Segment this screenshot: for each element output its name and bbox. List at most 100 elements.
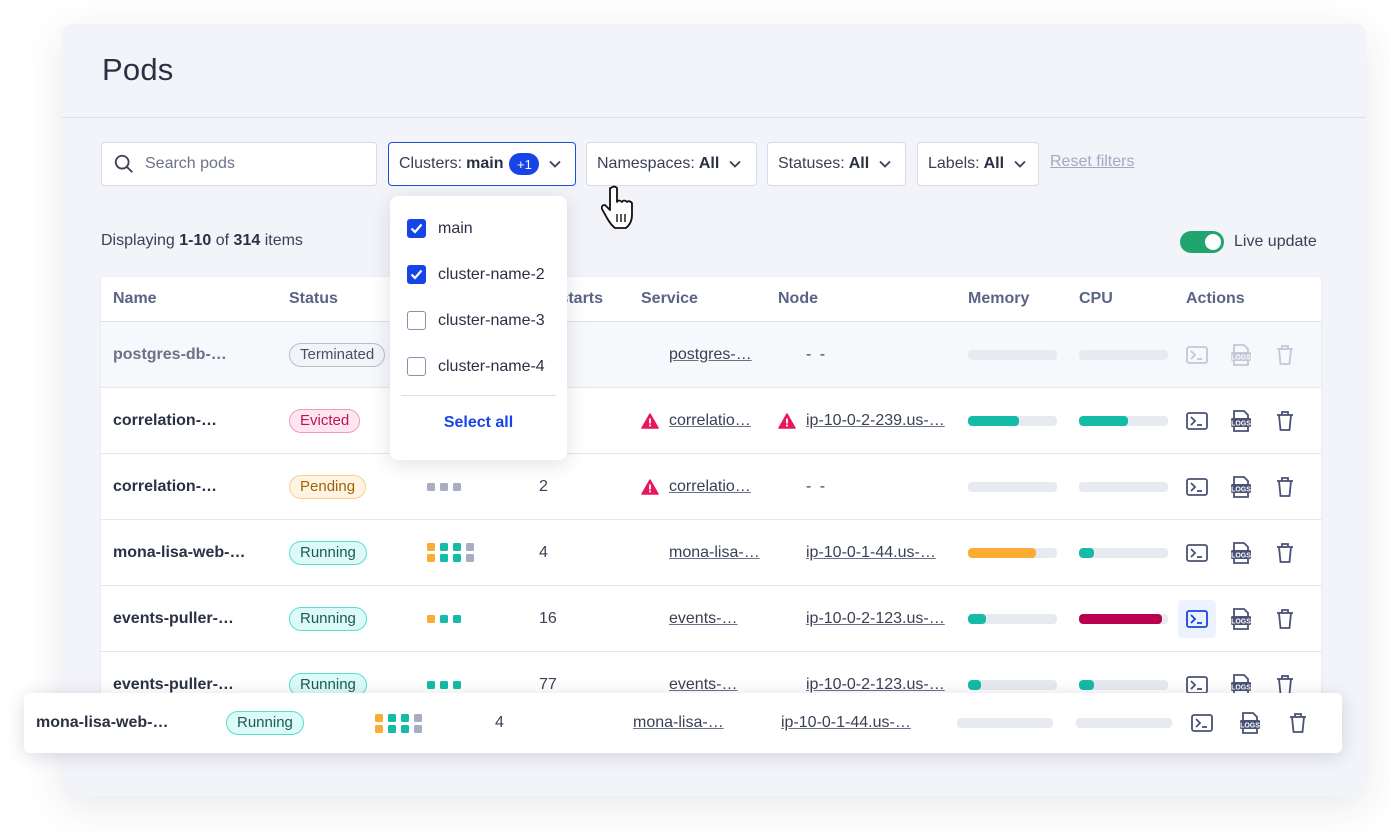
dragged-table-row[interactable]: mona-lisa-web-… Running 4 mona-lisa-… ip-10-… [24, 693, 1342, 753]
service-link[interactable]: events-… [669, 676, 737, 694]
pod-name[interactable]: mona-lisa-web-… [101, 544, 277, 562]
pod-name[interactable]: mona-lisa-web-… [24, 714, 214, 732]
delete-pod-button[interactable] [1274, 410, 1296, 432]
node-link[interactable]: ip-10-0-2-239.us-… [806, 412, 945, 430]
container-dot-grey[interactable] [440, 482, 448, 491]
container-dot-teal[interactable] [453, 614, 461, 623]
container-dot-grey[interactable] [414, 724, 422, 733]
cluster-option[interactable]: cluster-name-2 [407, 265, 545, 284]
view-logs-button[interactable]: LOGS [1230, 607, 1252, 630]
delete-pod-button[interactable] [1274, 608, 1296, 630]
container-dot-teal[interactable] [440, 614, 448, 623]
live-update-toggle[interactable] [1180, 231, 1224, 253]
pod-name[interactable]: events-puller-… [101, 610, 277, 628]
open-shell-button[interactable] [1191, 712, 1213, 734]
trash-icon [1277, 410, 1293, 431]
status-cell: Running [214, 711, 363, 735]
clusters-filter[interactable]: Clusters: main +1 [388, 142, 576, 186]
container-dot-teal[interactable] [440, 680, 448, 689]
statuses-filter[interactable]: Statuses: All [767, 142, 906, 186]
table-row[interactable]: events-puller-… Running 16 events-… ip-10-0-… [101, 586, 1321, 652]
node-link[interactable]: ip-10-0-2-123.us-… [806, 676, 945, 694]
delete-pod-button[interactable] [1274, 476, 1296, 498]
checkbox-checked[interactable] [407, 219, 426, 238]
actions-cell: LOGS [1178, 409, 1318, 432]
cluster-option[interactable]: cluster-name-4 [407, 357, 545, 376]
checkbox[interactable] [407, 357, 426, 376]
table-row[interactable]: postgres-db-… Terminated postgres-… - - LOGS [101, 322, 1321, 388]
node-link[interactable]: ip-10-0-2-123.us-… [806, 610, 945, 628]
table-row[interactable]: correlation-… Evicted correlatio… ip-10-0-2… [101, 388, 1321, 454]
column-header-node[interactable]: Node [766, 290, 956, 308]
container-dot-teal[interactable] [388, 713, 396, 722]
open-shell-button[interactable] [1186, 410, 1208, 432]
open-shell-button[interactable] [1178, 599, 1216, 638]
select-all-button[interactable]: Select all [390, 414, 567, 432]
search-input[interactable] [145, 155, 365, 173]
service-link[interactable]: events-… [669, 610, 737, 628]
search-box[interactable] [101, 142, 377, 186]
labels-filter[interactable]: Labels: All [917, 142, 1039, 186]
container-dot-orange[interactable] [427, 614, 435, 623]
view-logs-button[interactable]: LOGS [1230, 343, 1252, 366]
open-shell-button[interactable] [1186, 344, 1208, 366]
pod-name[interactable]: correlation-… [101, 412, 277, 430]
trash-icon [1277, 476, 1293, 497]
container-dot-orange[interactable] [375, 724, 383, 733]
search-icon [114, 154, 133, 173]
container-dot-teal[interactable] [388, 724, 396, 733]
namespaces-filter[interactable]: Namespaces: All [586, 142, 757, 186]
view-logs-button[interactable]: LOGS [1239, 712, 1261, 734]
service-cell: events-… [629, 610, 766, 628]
node-link[interactable]: ip-10-0-1-44.us-… [781, 714, 911, 732]
delete-pod-button[interactable] [1274, 542, 1296, 564]
cluster-option[interactable]: main [407, 219, 473, 238]
container-dot-teal[interactable] [440, 543, 448, 551]
check-icon [410, 269, 423, 280]
container-dot-orange[interactable] [375, 713, 383, 722]
container-dot-orange[interactable] [427, 543, 435, 551]
table-row[interactable]: mona-lisa-web-… Running 4 mona-lisa-… ip-10-… [101, 520, 1321, 586]
container-dot-teal[interactable] [427, 680, 435, 689]
cpu-usage-bar [1079, 481, 1168, 492]
container-dot-orange[interactable] [427, 554, 435, 562]
container-dot-teal[interactable] [401, 724, 409, 733]
column-header-memory[interactable]: Memory [956, 290, 1067, 308]
open-shell-button[interactable] [1186, 542, 1208, 564]
column-header-name[interactable]: Name [101, 290, 277, 308]
container-dot-grey[interactable] [466, 543, 474, 551]
service-link[interactable]: correlatio… [669, 478, 751, 496]
items-summary: Displaying 1-10 of 314 items [101, 232, 303, 250]
container-dot-teal[interactable] [440, 554, 448, 562]
pod-name[interactable]: events-puller-… [101, 676, 277, 694]
container-dot-grey[interactable] [466, 554, 474, 562]
pod-name[interactable]: correlation-… [101, 478, 277, 496]
node-link[interactable]: ip-10-0-1-44.us-… [806, 544, 936, 562]
open-shell-button[interactable] [1186, 476, 1208, 498]
delete-pod-button[interactable] [1287, 712, 1309, 734]
column-header-cpu[interactable]: CPU [1067, 290, 1178, 308]
reset-filters-link[interactable]: Reset filters [1050, 153, 1134, 171]
service-link[interactable]: postgres-… [669, 346, 752, 364]
service-link[interactable]: mona-lisa-… [669, 544, 760, 562]
container-dot-grey[interactable] [414, 713, 422, 722]
cluster-option[interactable]: cluster-name-3 [407, 311, 545, 330]
service-link[interactable]: correlatio… [669, 412, 751, 430]
view-logs-button[interactable]: LOGS [1230, 475, 1252, 498]
container-dot-teal[interactable] [453, 543, 461, 551]
service-link[interactable]: mona-lisa-… [633, 714, 724, 732]
delete-pod-button[interactable] [1274, 344, 1296, 366]
container-dot-teal[interactable] [453, 554, 461, 562]
checkbox[interactable] [407, 311, 426, 330]
checkbox-checked[interactable] [407, 265, 426, 284]
table-row[interactable]: correlation-… Pending 2 correlatio… - - LOGS [101, 454, 1321, 520]
container-dot-grey[interactable] [453, 482, 461, 491]
view-logs-button[interactable]: LOGS [1230, 409, 1252, 432]
column-header-service[interactable]: Service [629, 290, 766, 308]
memory-usage-bar [968, 415, 1057, 426]
view-logs-button[interactable]: LOGS [1230, 541, 1252, 564]
container-dot-grey[interactable] [427, 482, 435, 491]
container-dot-teal[interactable] [453, 680, 461, 689]
pod-name[interactable]: postgres-db-… [101, 346, 277, 364]
container-dot-teal[interactable] [401, 713, 409, 722]
